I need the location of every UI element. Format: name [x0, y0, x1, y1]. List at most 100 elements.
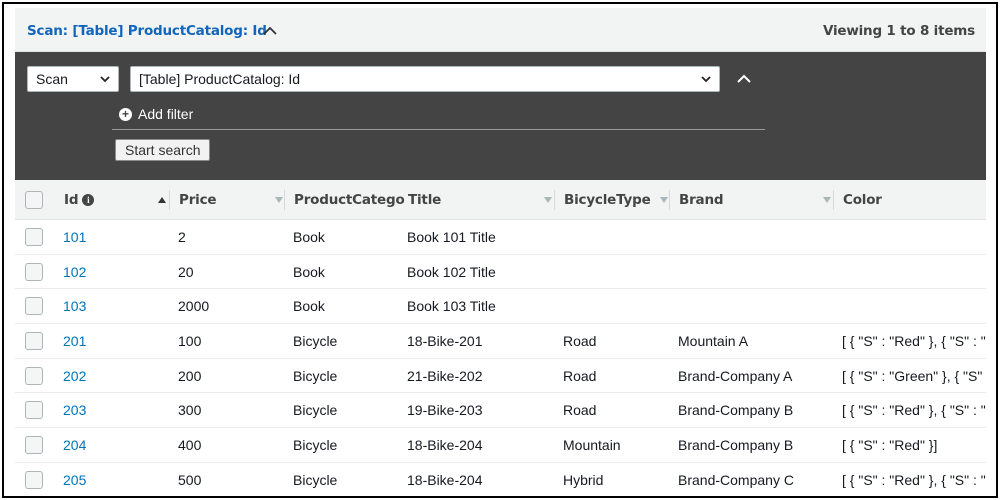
cell-price: 100 — [178, 333, 202, 350]
cell-color: [ { "S" : "Red" }, { "S" : " — [842, 471, 986, 488]
cell-title: 18-Bike-204 — [407, 437, 483, 454]
cell-title: Book 101 Title — [407, 229, 496, 245]
sort-caret-icon[interactable] — [660, 197, 668, 203]
column-header-price[interactable]: Price — [179, 180, 291, 220]
cell-id[interactable]: 204 — [63, 437, 173, 453]
column-header-bicycletype[interactable]: BicycleType — [564, 180, 676, 220]
table-select[interactable]: [Table] ProductCatalog: Id — [130, 66, 720, 92]
cell-productcatego: Book — [293, 263, 325, 280]
cell-productcatego: Bicycle — [293, 333, 338, 350]
table-row[interactable]: 202 200 Bicycle 21-Bike-202 Road Brand-Compan… — [15, 358, 986, 394]
cell-id[interactable]: 201 — [63, 333, 173, 349]
table-row[interactable]: 101 2 Book Book 101 Title — [15, 220, 986, 255]
cell-title: 18-Bike-204 — [407, 471, 483, 488]
cell-bicycletype: Road — [563, 402, 597, 419]
table-row[interactable]: 201 100 Bicycle 18-Bike-201 Road Mountain A [ … — [15, 324, 986, 359]
cell-productcatego: Bicycle — [293, 402, 338, 419]
plus-circle-icon: + — [119, 107, 132, 121]
cell-bicycletype: Hybrid — [563, 471, 604, 488]
cell-productcatego: Book — [293, 298, 325, 315]
column-divider[interactable] — [833, 190, 834, 210]
column-label: ProductCatego — [294, 192, 405, 208]
column-label: BicycleType — [564, 192, 651, 208]
add-filter-label: Add filter — [138, 106, 194, 122]
results-title: Scan: [Table] ProductCatalog: Id — [27, 23, 267, 39]
cell-id[interactable]: 103 — [63, 298, 173, 314]
chevron-down-icon — [100, 76, 110, 83]
scan-mode-select[interactable]: Scan — [27, 66, 119, 92]
column-label: Color — [843, 192, 882, 208]
cell-id[interactable]: 202 — [63, 368, 173, 384]
cell-color: [ { "S" : "Red" }, { "S" : " — [842, 333, 986, 350]
cell-title: Book 102 Title — [407, 263, 496, 280]
sort-caret-icon[interactable] — [823, 197, 831, 203]
cell-brand: Brand-Company B — [678, 402, 794, 419]
cell-title: 18-Bike-201 — [407, 333, 483, 350]
chevron-up-icon[interactable] — [263, 26, 277, 36]
column-header-productcatego[interactable]: ProductCatego — [294, 180, 406, 220]
cell-brand: Brand-Company A — [678, 367, 793, 384]
cell-title: 21-Bike-202 — [407, 367, 483, 384]
table-row[interactable]: 203 300 Bicycle 19-Bike-203 Road Brand-Compan… — [15, 393, 986, 429]
filter-divider — [112, 129, 765, 130]
row-checkbox[interactable] — [25, 436, 43, 455]
scan-results-panel: Scan: [Table] ProductCatalog: Id Viewing… — [15, 8, 986, 496]
table-select-value: [Table] ProductCatalog: Id — [139, 71, 301, 87]
cell-id[interactable]: 102 — [63, 264, 173, 280]
cell-price: 300 — [178, 402, 202, 419]
screenshot-frame: Scan: [Table] ProductCatalog: Id Viewing… — [2, 2, 998, 498]
cell-productcatego: Bicycle — [293, 367, 338, 384]
column-header-id[interactable]: Id i — [64, 180, 174, 220]
cell-price: 2 — [178, 229, 186, 245]
row-checkbox[interactable] — [25, 297, 43, 316]
cell-title: Book 103 Title — [407, 298, 496, 315]
cell-color: [ { "S" : "Red" }, { "S" : " — [842, 402, 986, 419]
results-header: Scan: [Table] ProductCatalog: Id Viewing… — [15, 8, 986, 52]
column-divider[interactable] — [669, 190, 670, 210]
column-header-brand[interactable]: Brand — [679, 180, 839, 220]
cell-price: 20 — [178, 263, 194, 280]
sort-ascending-icon[interactable] — [158, 197, 166, 203]
column-label: Title — [408, 192, 442, 208]
table-row[interactable]: 205 500 Bicycle 18-Bike-204 Hybrid Brand-Comp… — [15, 462, 986, 496]
row-checkbox[interactable] — [25, 332, 43, 351]
row-checkbox[interactable] — [25, 262, 43, 281]
scan-mode-value: Scan — [36, 71, 68, 87]
table-body: 101 2 Book Book 101 Title 102 20 Book Book 102 … — [15, 220, 986, 496]
column-header-color[interactable]: Color — [843, 180, 983, 220]
column-header-title[interactable]: Title — [408, 180, 560, 220]
search-panel: Scan [Table] ProductCatalog: Id + Add fi… — [15, 52, 986, 180]
select-all-checkbox[interactable] — [25, 191, 43, 209]
cell-bicycletype: Mountain — [563, 437, 621, 454]
cell-id[interactable]: 101 — [63, 229, 173, 245]
add-filter-button[interactable]: + Add filter — [119, 104, 193, 124]
table-row[interactable]: 103 2000 Book Book 103 Title — [15, 289, 986, 325]
cell-price: 2000 — [178, 298, 210, 315]
column-label: Id — [64, 192, 79, 208]
column-divider[interactable] — [284, 190, 285, 210]
cell-productcatego: Bicycle — [293, 437, 338, 454]
collapse-search-icon[interactable] — [737, 74, 751, 84]
results-table: Id i Price ProductCatego Title BicycleType Bra… — [15, 180, 986, 496]
column-divider[interactable] — [169, 190, 170, 210]
cell-id[interactable]: 203 — [63, 402, 173, 418]
start-search-button[interactable]: Start search — [115, 139, 211, 161]
column-divider[interactable] — [554, 190, 555, 210]
table-row[interactable]: 204 400 Bicycle 18-Bike-204 Mountain Brand-Co… — [15, 428, 986, 463]
cell-id[interactable]: 205 — [63, 472, 173, 488]
sort-caret-icon[interactable] — [275, 197, 283, 203]
table-row[interactable]: 102 20 Book Book 102 Title — [15, 254, 986, 290]
row-checkbox[interactable] — [25, 470, 43, 489]
column-label: Brand — [679, 192, 724, 208]
cell-color: [ { "S" : "Red" }] — [842, 437, 938, 454]
row-checkbox[interactable] — [25, 401, 43, 420]
cell-bicycletype: Road — [563, 367, 597, 384]
row-checkbox[interactable] — [25, 228, 43, 246]
row-checkbox[interactable] — [25, 366, 43, 385]
sort-caret-icon[interactable] — [544, 197, 552, 203]
info-icon[interactable]: i — [82, 194, 95, 206]
cell-brand: Brand-Company C — [678, 471, 794, 488]
cell-title: 19-Bike-203 — [407, 402, 483, 419]
cell-price: 500 — [178, 471, 202, 488]
cell-brand: Brand-Company B — [678, 437, 794, 454]
